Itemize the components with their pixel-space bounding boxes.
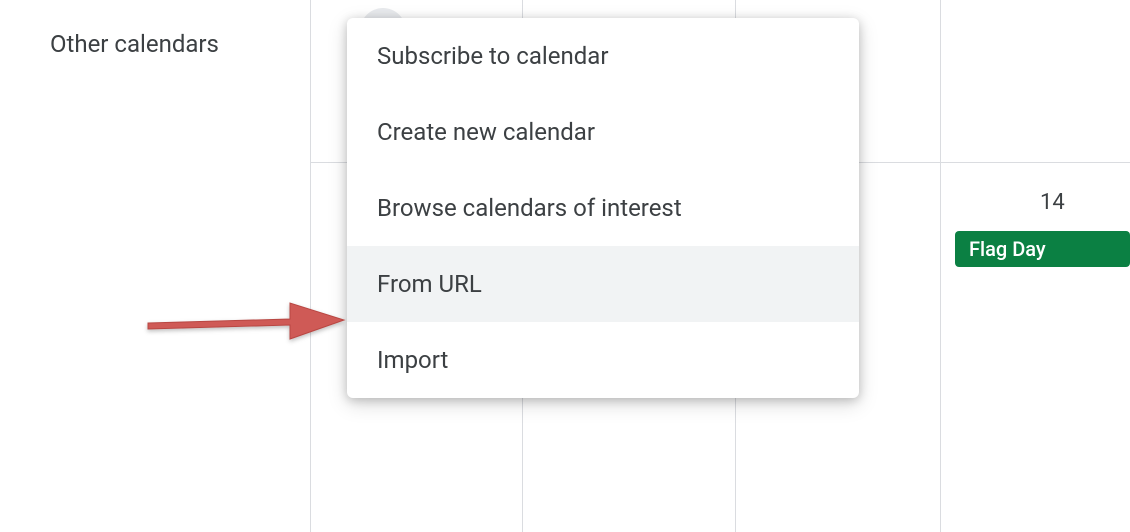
menu-item-subscribe[interactable]: Subscribe to calendar [347,18,859,94]
day-number[interactable]: 14 [1040,190,1065,215]
menu-item-browse[interactable]: Browse calendars of interest [347,170,859,246]
arrow-annotation-icon [140,285,350,355]
menu-item-from-url[interactable]: From URL [347,246,859,322]
menu-item-import[interactable]: Import [347,322,859,398]
add-calendar-menu: Subscribe to calendar Create new calenda… [347,18,859,398]
grid-column [940,0,941,532]
menu-item-create-new[interactable]: Create new calendar [347,94,859,170]
sidebar-section-label: Other calendars [50,30,219,58]
grid-column [310,0,311,532]
event-chip[interactable]: Flag Day [955,231,1130,267]
